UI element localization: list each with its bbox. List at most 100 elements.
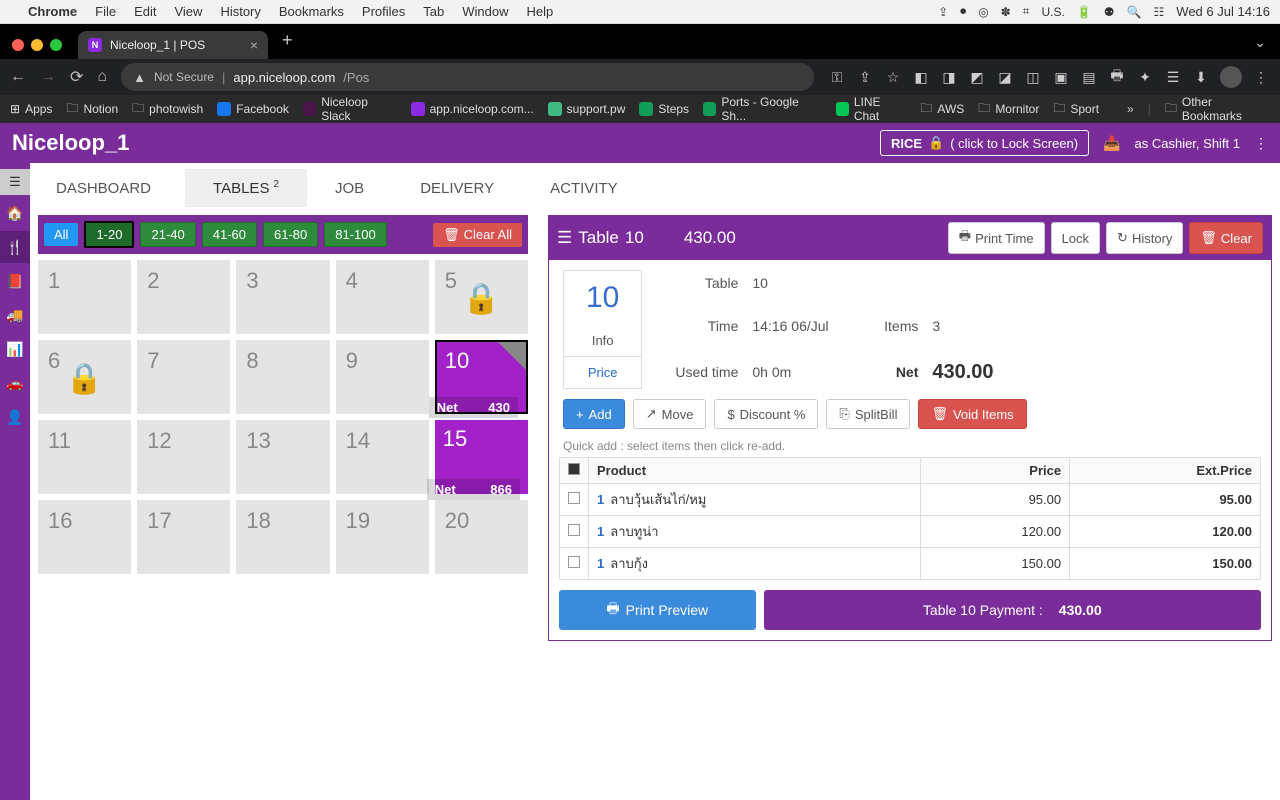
tab-dashboard[interactable]: DASHBOARD: [56, 170, 185, 207]
tab-delivery[interactable]: DELIVERY: [392, 170, 522, 207]
bookmark-item[interactable]: 🗀Sport: [1053, 99, 1099, 120]
table-cell[interactable]: 14: [336, 420, 429, 494]
tab-overflow-icon[interactable]: ⌄: [1248, 30, 1272, 59]
filter-range[interactable]: 41-60: [202, 222, 257, 247]
sidebar-book-icon[interactable]: 📕: [0, 265, 30, 297]
sidebar-car-icon[interactable]: 🚗: [0, 367, 30, 399]
control-center-icon[interactable]: ☷: [1154, 5, 1165, 19]
row-checkbox[interactable]: [568, 524, 580, 536]
back-icon[interactable]: ←: [10, 68, 26, 86]
ext-icon[interactable]: ▤: [1080, 68, 1098, 86]
tab-close-icon[interactable]: ×: [250, 37, 258, 53]
table-cell[interactable]: 2: [137, 260, 230, 334]
lock-screen-button[interactable]: RICE 🔒 ( click to Lock Screen): [880, 130, 1089, 156]
select-all-checkbox[interactable]: [568, 463, 580, 475]
payment-button[interactable]: Table 10 Payment : 430.00: [764, 590, 1261, 630]
bookmark-item[interactable]: app.niceloop.com...: [411, 102, 534, 116]
mac-menu-bookmarks[interactable]: Bookmarks: [279, 4, 344, 19]
ext-icon[interactable]: ◪: [996, 68, 1014, 86]
search-icon[interactable]: 🔍: [1127, 5, 1142, 19]
tab-tables[interactable]: TABLES2: [185, 169, 307, 207]
history-button[interactable]: ↻History: [1106, 222, 1183, 254]
void-items-button[interactable]: 🗑Void Items: [918, 399, 1026, 429]
ext-icon[interactable]: ◨: [940, 68, 958, 86]
sidebar-user-icon[interactable]: 👤: [0, 401, 30, 433]
bookmark-item[interactable]: support.pw: [548, 102, 626, 116]
table-cell[interactable]: 6🔒: [38, 340, 131, 414]
table-cell[interactable]: 9: [336, 340, 429, 414]
row-checkbox[interactable]: [568, 492, 580, 504]
chrome-menu-icon[interactable]: ⋮: [1252, 68, 1270, 86]
table-cell[interactable]: 18: [236, 500, 329, 574]
print-icon[interactable]: 🖶: [1108, 68, 1126, 86]
table-cell[interactable]: 13: [236, 420, 329, 494]
filter-range[interactable]: 21-40: [140, 222, 195, 247]
table-cell[interactable]: 3: [236, 260, 329, 334]
bookmark-item[interactable]: Ports - Google Sh...: [703, 95, 822, 123]
mac-menu-history[interactable]: History: [220, 4, 260, 19]
print-preview-button[interactable]: 🖶Print Preview: [559, 590, 756, 630]
bookmark-item[interactable]: Facebook: [217, 102, 289, 116]
move-button[interactable]: ↗Move: [633, 399, 707, 429]
lock-button[interactable]: Lock: [1051, 222, 1100, 254]
bookmark-item[interactable]: LINE Chat: [836, 95, 907, 123]
table-cell[interactable]: 20: [435, 500, 528, 574]
sidebar-delivery-icon[interactable]: 🚚: [0, 299, 30, 331]
mac-menu-view[interactable]: View: [174, 4, 202, 19]
bookmark-item[interactable]: 🗀photowish: [132, 99, 203, 120]
clear-all-button[interactable]: 🗑Clear All: [433, 223, 522, 247]
header-menu-icon[interactable]: ⋮: [1254, 135, 1268, 152]
add-button[interactable]: +Add: [563, 399, 625, 429]
mac-menu-edit[interactable]: Edit: [134, 4, 156, 19]
bookmark-item[interactable]: 🗀AWS: [920, 99, 964, 120]
star-icon[interactable]: ☆: [884, 68, 902, 86]
home-icon[interactable]: ⌂: [97, 68, 107, 86]
profile-avatar[interactable]: [1220, 66, 1242, 88]
mac-menu-file[interactable]: File: [95, 4, 116, 19]
extensions-icon[interactable]: ✦: [1136, 68, 1154, 86]
bookmark-item[interactable]: 🗀Mornitor: [978, 99, 1039, 120]
clear-button[interactable]: 🗑Clear: [1189, 222, 1263, 254]
table-cell[interactable]: 17: [137, 500, 230, 574]
status-icon[interactable]: ✽: [1001, 5, 1011, 19]
mac-menu-tab[interactable]: Tab: [423, 4, 444, 19]
status-icon[interactable]: ⇪: [938, 5, 948, 19]
battery-icon[interactable]: 🔋: [1077, 5, 1092, 19]
reading-list-icon[interactable]: ☰: [1164, 68, 1182, 86]
table-cell[interactable]: 12: [137, 420, 230, 494]
row-checkbox[interactable]: [568, 556, 580, 568]
filter-range[interactable]: 61-80: [263, 222, 318, 247]
table-cell[interactable]: 8: [236, 340, 329, 414]
sidebar-report-icon[interactable]: 📊: [0, 333, 30, 365]
status-icon[interactable]: ⏺: [960, 4, 966, 19]
filter-range[interactable]: 81-100: [324, 222, 386, 247]
discount-button[interactable]: $Discount %: [714, 399, 818, 429]
other-bookmarks[interactable]: 🗀Other Bookmarks: [1165, 95, 1270, 123]
window-close-icon[interactable]: [12, 39, 24, 51]
input-source[interactable]: U.S.: [1042, 5, 1065, 19]
mac-menu-window[interactable]: Window: [462, 4, 508, 19]
mac-app-name[interactable]: Chrome: [28, 4, 77, 19]
item-row[interactable]: 1ลาบกุ้ง150.00150.00: [560, 548, 1261, 580]
tab-activity[interactable]: ACTIVITY: [522, 170, 646, 207]
table-cell[interactable]: 10Net430: [435, 340, 528, 414]
split-bill-button[interactable]: ⎘SplitBill: [826, 399, 910, 429]
print-time-button[interactable]: 🖶Print Time: [948, 222, 1045, 254]
bookmark-item[interactable]: 🗀Notion: [66, 99, 118, 120]
bookmark-overflow[interactable]: »: [1127, 102, 1134, 116]
tab-price[interactable]: Price: [563, 357, 642, 389]
hamburger-icon[interactable]: ☰: [557, 228, 572, 248]
wifi-icon[interactable]: ⚉: [1104, 5, 1115, 19]
table-cell[interactable]: 5🔒: [435, 260, 528, 334]
item-row[interactable]: 1ลาบทูน่า120.00120.00: [560, 516, 1261, 548]
forward-icon[interactable]: →: [40, 68, 56, 86]
bookmark-item[interactable]: ⊞Apps: [10, 102, 52, 116]
address-bar[interactable]: ▲ Not Secure | app.niceloop.com/Pos: [121, 63, 814, 91]
downloads-icon[interactable]: ⬇: [1192, 68, 1210, 86]
reload-icon[interactable]: ⟳: [70, 67, 83, 87]
tab-info[interactable]: Info: [563, 325, 642, 357]
status-icon[interactable]: ◎: [978, 5, 988, 19]
mac-menu-profiles[interactable]: Profiles: [362, 4, 405, 19]
table-cell[interactable]: 4: [336, 260, 429, 334]
window-minimize-icon[interactable]: [31, 39, 43, 51]
